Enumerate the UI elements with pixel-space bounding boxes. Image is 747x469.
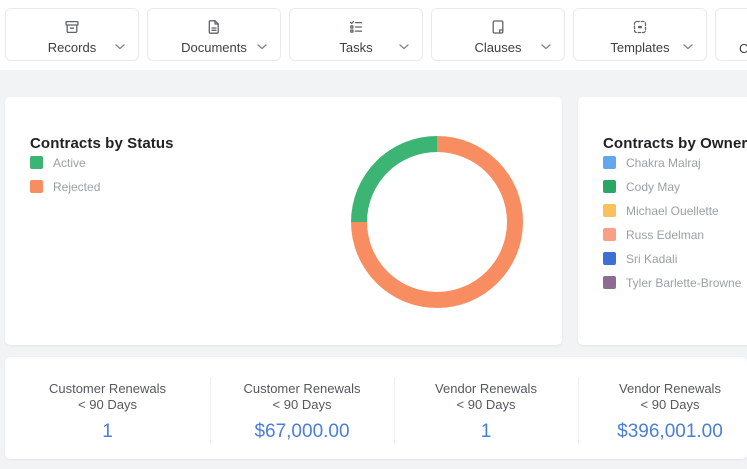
legend-item-owner[interactable]: Tyler Barlette-Browne: [603, 275, 742, 290]
nav-item-label: C: [739, 41, 747, 56]
nav-item-documents[interactable]: Documents: [147, 8, 281, 61]
stat-value: 1: [102, 421, 113, 442]
stat-vendor-renewals-count: Vendor Renewals < 90 Days 1: [394, 357, 578, 459]
legend-swatch: [603, 180, 616, 193]
archive-icon: [64, 18, 80, 35]
legend-swatch: [603, 276, 616, 289]
stat-title: Vendor Renewals: [619, 381, 721, 396]
renewal-stats-card: Customer Renewals < 90 Days 1 Customer R…: [5, 357, 747, 459]
legend-label: Michael Ouellette: [626, 203, 719, 218]
chevron-down-icon: [257, 44, 267, 50]
stat-value: 1: [480, 421, 492, 442]
nav-item-clauses[interactable]: Clauses: [431, 8, 565, 61]
contracts-by-status-card: Contracts by Status Active Rejected: [5, 97, 562, 345]
card-title: Contracts by Owner: [603, 135, 747, 153]
legend-swatch: [603, 228, 616, 241]
stat-title: Customer Renewals: [48, 381, 167, 396]
card-title: Contracts by Status: [30, 135, 174, 153]
nav-item-templates[interactable]: Templates: [573, 8, 707, 61]
chevron-down-icon: [541, 44, 551, 50]
stat-value: $396,001.00: [617, 421, 723, 442]
legend-item-owner[interactable]: Sri Kadali: [603, 251, 741, 266]
stat-subtitle: < 90 Days: [78, 397, 137, 412]
contracts-by-owner-card: Contracts by Owner Chakra Malraj Cody Ma…: [578, 97, 747, 345]
status-legend: Active Rejected: [30, 156, 100, 204]
legend-item-owner[interactable]: Cody May: [603, 179, 741, 194]
template-icon: [632, 18, 648, 35]
checklist-icon: [348, 18, 364, 35]
document-icon: [206, 18, 222, 35]
legend-swatch: [603, 204, 616, 217]
legend-label: Chakra Malraj: [626, 155, 701, 170]
nav-item-label: Clauses: [474, 40, 522, 55]
legend-label: Active: [53, 155, 86, 170]
legend-item-owner[interactable]: Chakra Malraj: [603, 155, 741, 170]
stat-subtitle: < 90 Days: [272, 397, 332, 412]
legend-item-active[interactable]: Active: [30, 155, 100, 170]
nav-item-label: Templates: [610, 40, 670, 55]
status-donut-chart[interactable]: [351, 136, 523, 308]
nav-item-label: Tasks: [339, 40, 373, 55]
donut-hole: [367, 152, 507, 292]
legend-item-owner[interactable]: Michael Ouellette: [603, 203, 741, 218]
legend-swatch: [603, 252, 616, 265]
chevron-down-icon: [399, 44, 409, 50]
nav-item-records[interactable]: Records: [5, 8, 139, 61]
legend-swatch: [30, 180, 43, 193]
legend-label: Cody May: [626, 179, 681, 194]
book-icon: [490, 18, 506, 35]
nav-item-label: Records: [47, 40, 97, 55]
owner-legend: Chakra Malraj Cody May Michael Ouellette…: [603, 156, 741, 300]
legend-item-owner[interactable]: Russ Edelman: [603, 227, 741, 242]
stat-subtitle: < 90 Days: [456, 397, 516, 412]
legend-swatch: [30, 156, 43, 169]
top-nav: Records Documents Tasks Clauses Template…: [5, 8, 747, 61]
stat-title: Customer Renewals: [243, 381, 361, 396]
chevron-down-icon: [115, 44, 125, 50]
stat-value: $67,000.00: [254, 421, 350, 442]
stat-subtitle: < 90 Days: [640, 397, 700, 412]
legend-label: Tyler Barlette-Browne: [626, 275, 742, 290]
stat-customer-renewals-count: Customer Renewals < 90 Days 1: [5, 357, 210, 459]
stat-title: Vendor Renewals: [435, 381, 537, 396]
chevron-down-icon: [683, 44, 693, 50]
nav-item-label: Documents: [181, 40, 247, 55]
legend-label: Sri Kadali: [626, 251, 678, 266]
nav-item-truncated[interactable]: C: [715, 8, 747, 61]
stat-customer-renewals-amount: Customer Renewals < 90 Days $67,000.00: [210, 357, 394, 459]
legend-item-rejected[interactable]: Rejected: [30, 179, 101, 194]
nav-item-tasks[interactable]: Tasks: [289, 8, 423, 61]
stat-vendor-renewals-amount: Vendor Renewals < 90 Days $396,001.00: [578, 357, 747, 459]
legend-swatch: [603, 156, 616, 169]
legend-label: Russ Edelman: [626, 227, 705, 242]
legend-label: Rejected: [53, 179, 101, 194]
